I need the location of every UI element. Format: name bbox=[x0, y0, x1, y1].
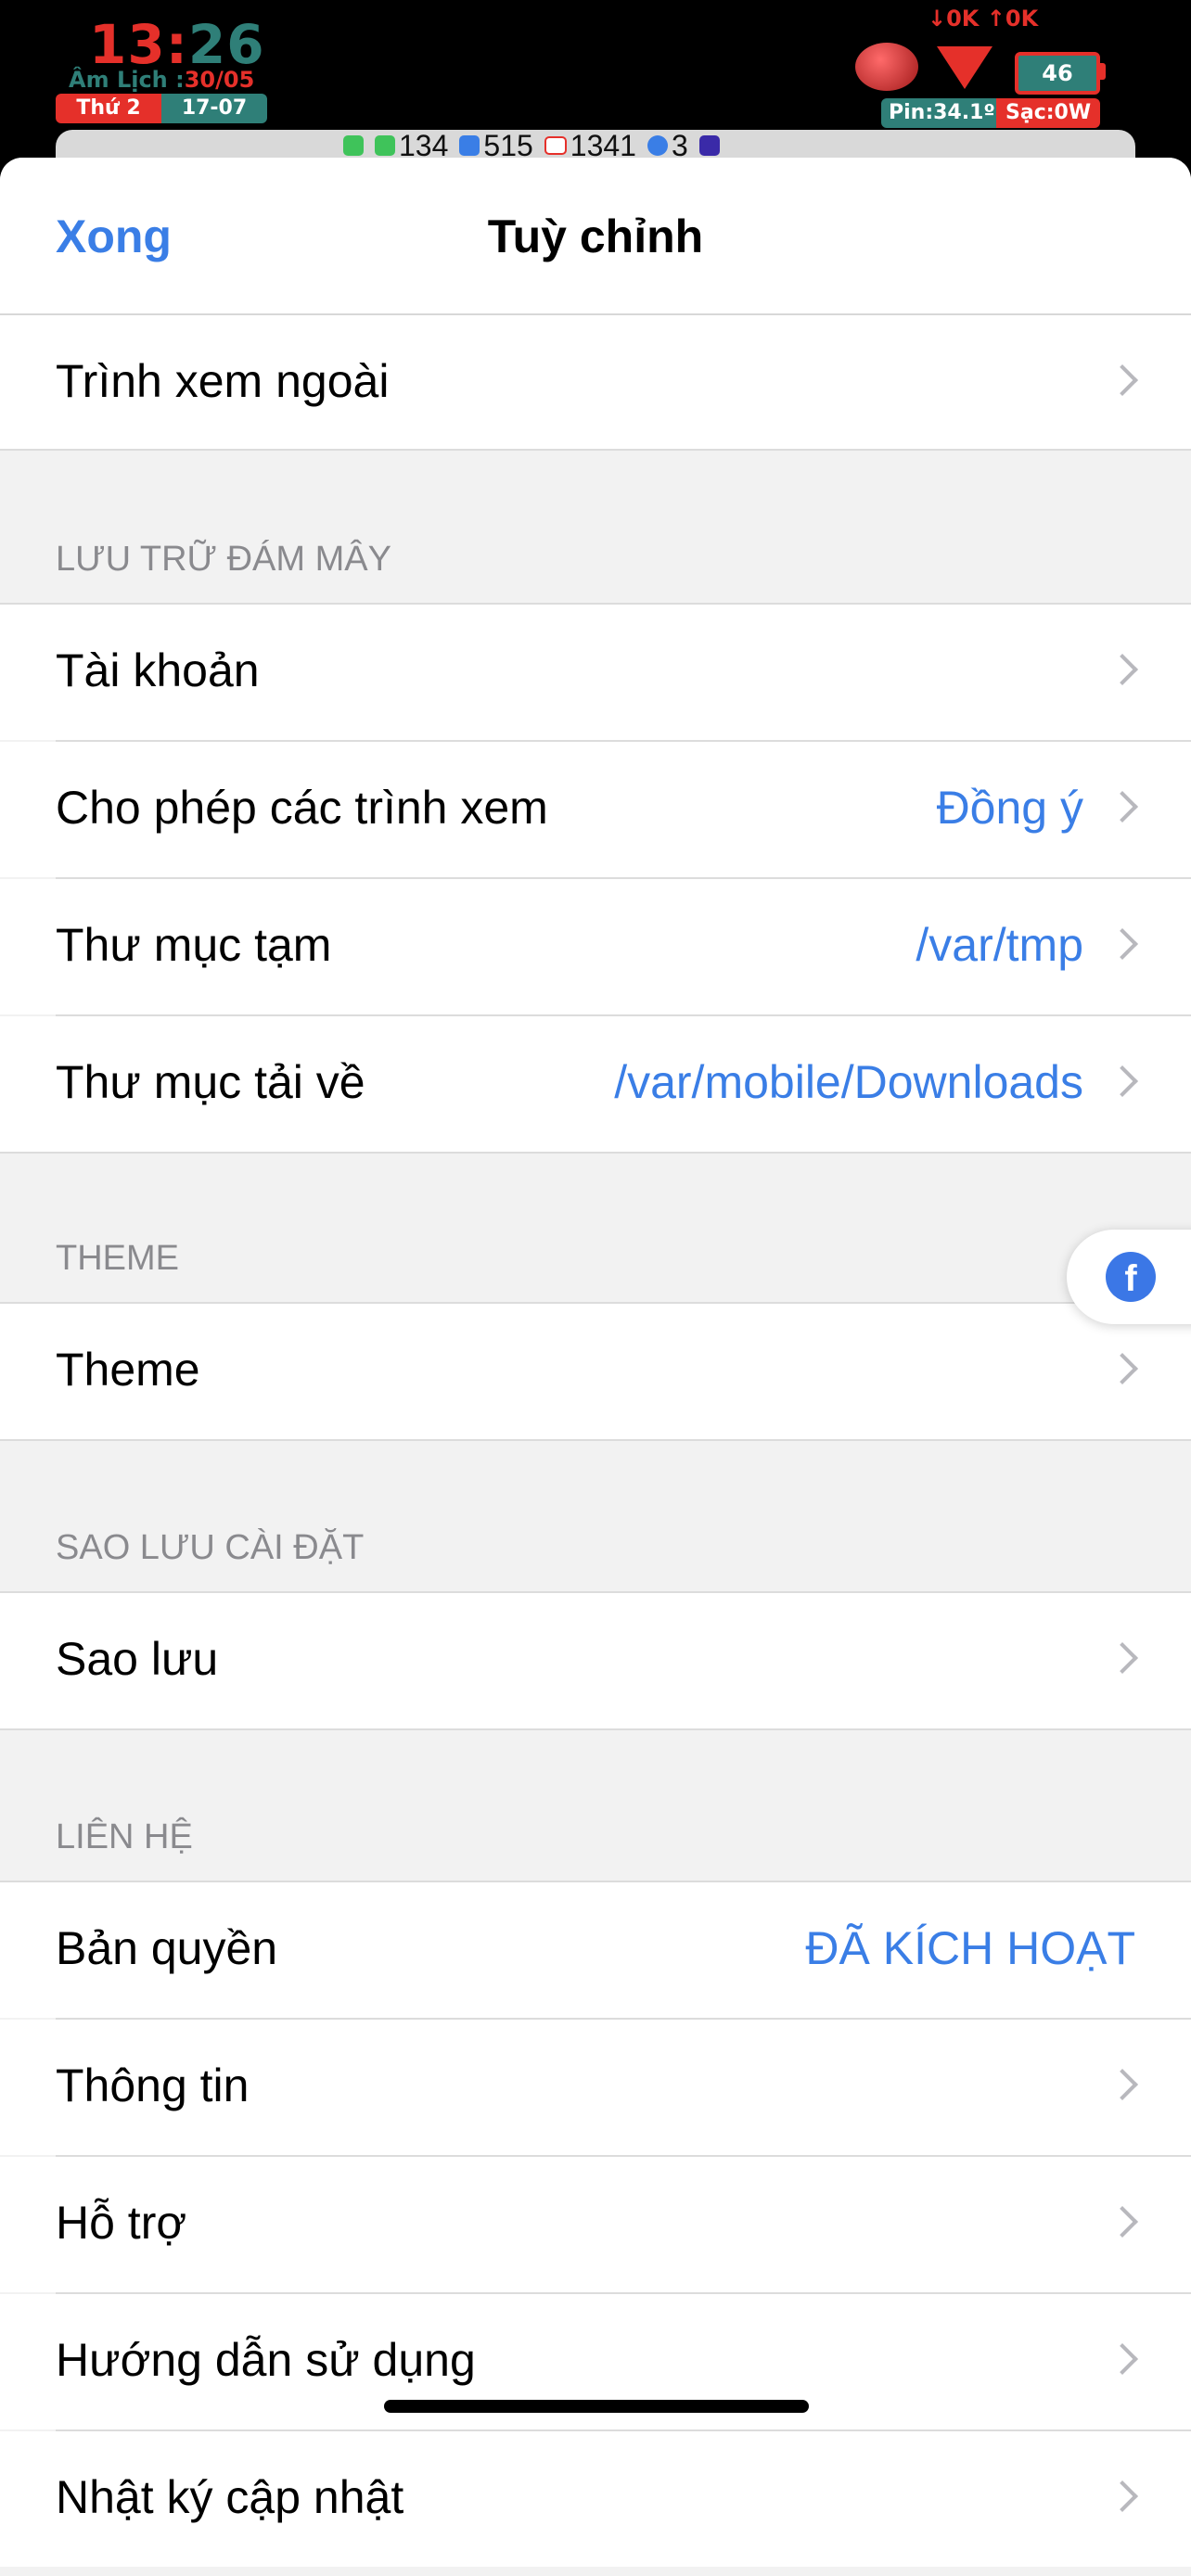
battery-temp: Pin:34.1º bbox=[881, 98, 1003, 128]
section-header-cloud: LƯU TRỮ ĐÁM MÂY bbox=[56, 540, 391, 579]
notification-counts: 134 515 1341 3 bbox=[343, 129, 720, 162]
license-status: ĐÃ KÍCH HOẠT bbox=[805, 1922, 1135, 1974]
chevron-right-icon bbox=[1107, 791, 1138, 823]
row-license[interactable]: Bản quyền ĐÃ KÍCH HOẠT bbox=[0, 1882, 1191, 2018]
chevron-right-icon bbox=[1107, 2343, 1138, 2375]
row-backup[interactable]: Sao lưu bbox=[0, 1593, 1191, 1728]
network-speed: ↓0K ↑0K bbox=[928, 6, 1039, 32]
chevron-right-icon bbox=[1107, 928, 1138, 960]
chevron-right-icon bbox=[1107, 2069, 1138, 2100]
mail-icon bbox=[544, 136, 567, 155]
phone-icon bbox=[343, 135, 364, 156]
row-value: /var/tmp bbox=[916, 919, 1083, 971]
row-label: Thư mục tải về bbox=[56, 1056, 365, 1108]
row-label: Hướng dẫn sử dụng bbox=[56, 2334, 476, 2386]
row-label: Tài khoản bbox=[56, 644, 260, 696]
divider bbox=[0, 1152, 1191, 1154]
chevron-right-icon bbox=[1107, 1065, 1138, 1097]
message-icon bbox=[375, 135, 395, 156]
row-label: Thư mục tạm bbox=[56, 919, 332, 971]
divider bbox=[0, 449, 1191, 451]
section-header-backup: SAO LƯU CÀI ĐẶT bbox=[56, 1528, 365, 1567]
chevron-right-icon bbox=[1107, 654, 1138, 685]
settings-sheet: Xong Tuỳ chỉnh Trình xem ngoài LƯU TRỮ Đ… bbox=[0, 158, 1191, 2576]
nav-bar: Xong Tuỳ chỉnh bbox=[0, 158, 1191, 315]
divider bbox=[0, 1439, 1191, 1441]
row-label: Trình xem ngoài bbox=[56, 355, 390, 407]
home-indicator[interactable] bbox=[384, 2400, 809, 2413]
battery-icon: 46 bbox=[1015, 52, 1100, 95]
row-label: Theme bbox=[56, 1344, 200, 1396]
lunar-date-value: 30/05 bbox=[184, 67, 255, 93]
app-icon bbox=[459, 135, 480, 156]
row-label: Thông tin bbox=[56, 2060, 250, 2111]
star-app-icon bbox=[698, 135, 720, 156]
row-label: Cho phép các trình xem bbox=[56, 782, 548, 834]
row-allow-viewers[interactable]: Cho phép các trình xem Đồng ý bbox=[0, 742, 1191, 877]
lunar-label: Âm Lịch : bbox=[69, 67, 185, 93]
date-badge: 17-07 bbox=[161, 94, 267, 123]
row-label: Nhật ký cập nhật bbox=[56, 2471, 404, 2523]
chevron-right-icon bbox=[1107, 1642, 1138, 1674]
row-changelog[interactable]: Nhật ký cập nhật bbox=[0, 2431, 1191, 2567]
ram-icon bbox=[855, 43, 918, 91]
chevron-right-icon bbox=[1107, 1353, 1138, 1384]
facebook-icon: f bbox=[1106, 1252, 1156, 1302]
divider bbox=[0, 1728, 1191, 1730]
page-title: Tuỳ chỉnh bbox=[487, 210, 704, 262]
charge-rate: Sạc:0W bbox=[996, 98, 1101, 128]
section-header-theme: THEME bbox=[56, 1239, 179, 1278]
row-label: Bản quyền bbox=[56, 1922, 278, 1974]
signal-icon bbox=[937, 46, 992, 89]
row-label: Hỗ trợ bbox=[56, 2197, 187, 2249]
chevron-right-icon bbox=[1107, 364, 1138, 396]
row-info[interactable]: Thông tin bbox=[0, 2020, 1191, 2155]
section-header-contact: LIÊN HỆ bbox=[56, 1817, 193, 1856]
chevron-right-icon bbox=[1107, 2480, 1138, 2512]
lunar-date: Âm Lịch :30/05 bbox=[69, 67, 254, 93]
row-value: /var/mobile/Downloads bbox=[614, 1056, 1083, 1108]
row-account[interactable]: Tài khoản bbox=[0, 605, 1191, 740]
row-theme[interactable]: Theme bbox=[0, 1304, 1191, 1439]
row-external-viewer[interactable]: Trình xem ngoài bbox=[0, 315, 1191, 451]
row-download-folder[interactable]: Thư mục tải về /var/mobile/Downloads bbox=[0, 1016, 1191, 1152]
star-app-notif bbox=[698, 135, 720, 156]
floating-facebook-button[interactable]: f bbox=[1067, 1230, 1191, 1324]
chevron-right-icon bbox=[1107, 2206, 1138, 2238]
row-value: Đồng ý bbox=[936, 782, 1083, 834]
phone-notif bbox=[343, 135, 364, 156]
weekday-badge: Thứ 2 bbox=[56, 94, 161, 123]
messenger-icon bbox=[647, 135, 668, 156]
row-support[interactable]: Hỗ trợ bbox=[0, 2157, 1191, 2292]
row-temp-folder[interactable]: Thư mục tạm /var/tmp bbox=[0, 879, 1191, 1014]
battery-tip bbox=[1100, 63, 1106, 80]
row-label: Sao lưu bbox=[56, 1633, 219, 1685]
